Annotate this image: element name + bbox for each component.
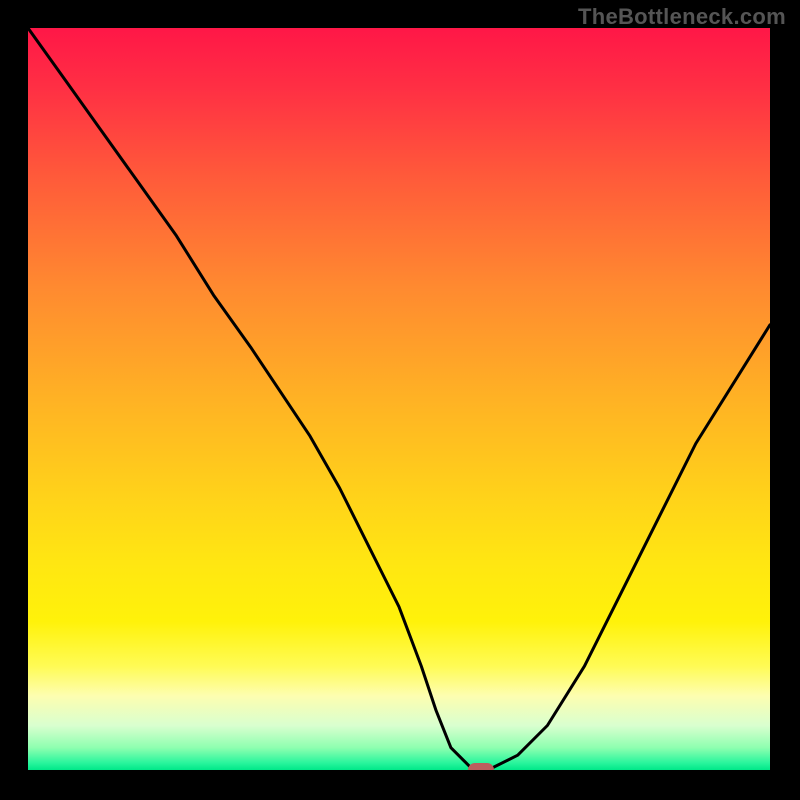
chart-frame: TheBottleneck.com bbox=[0, 0, 800, 800]
watermark-text: TheBottleneck.com bbox=[578, 4, 786, 30]
bottleneck-curve bbox=[28, 28, 770, 770]
minimum-marker bbox=[468, 763, 494, 770]
plot-area bbox=[28, 28, 770, 770]
curve-layer bbox=[28, 28, 770, 770]
